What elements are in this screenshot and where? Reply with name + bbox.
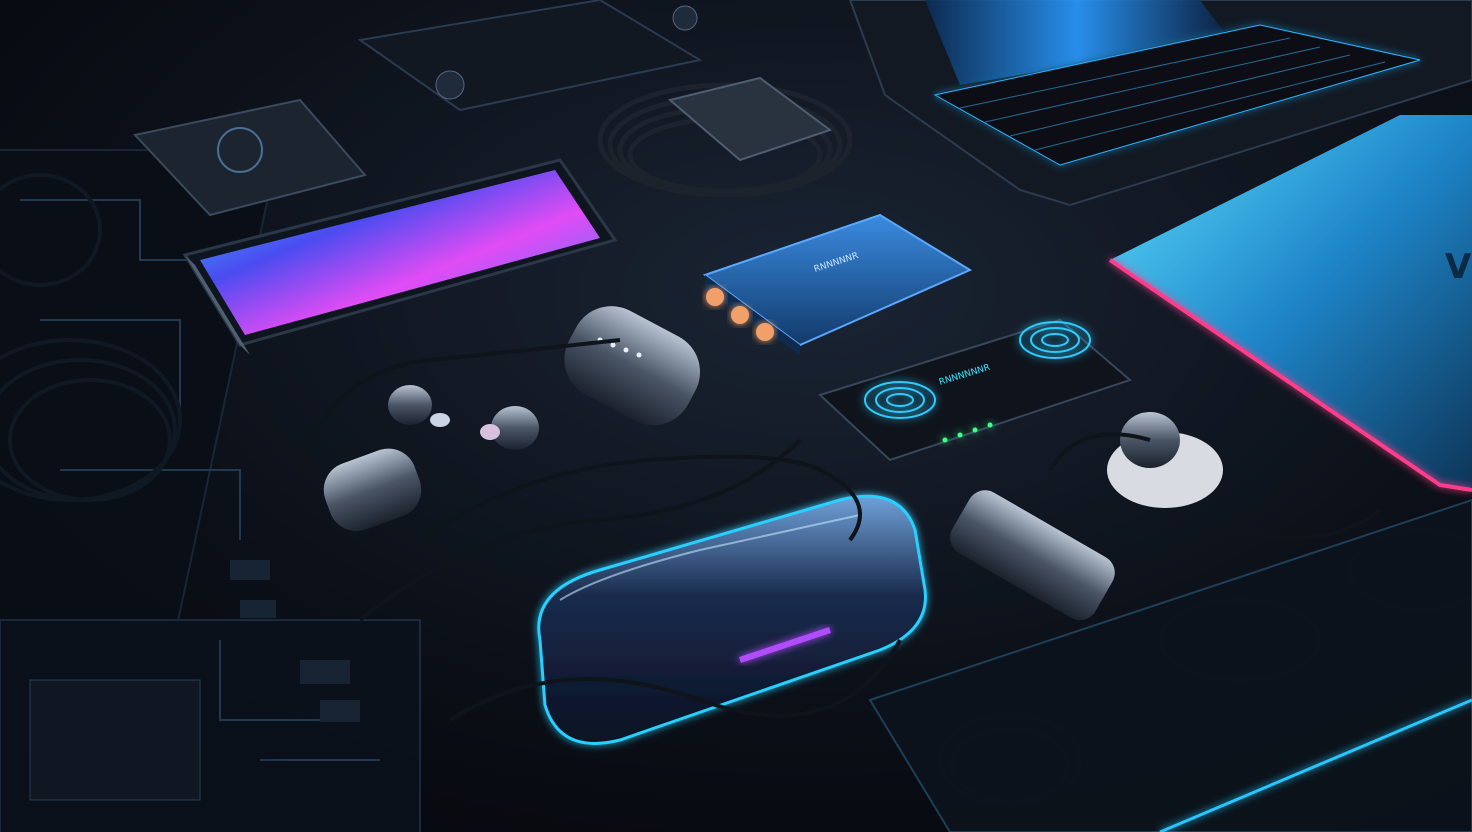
laptop-logo-text: V	[1445, 247, 1472, 287]
scene-illustration: V RNNNNNR RNNNNNNR	[0, 0, 1472, 832]
photo-scene: V RNNNNNR RNNNNNNR	[0, 0, 1472, 832]
